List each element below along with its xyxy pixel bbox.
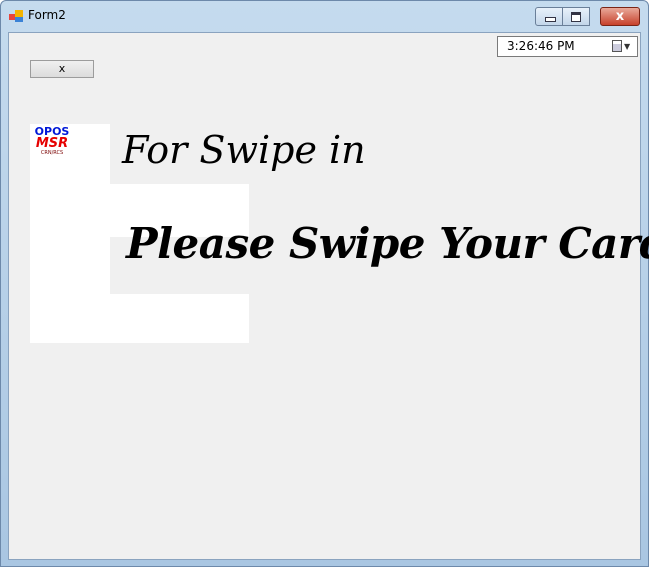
chevron-down-icon[interactable]: ▼ bbox=[624, 42, 630, 52]
form-app-icon bbox=[9, 10, 23, 22]
close-icon: x bbox=[615, 9, 625, 24]
logo-msr-text: MSR bbox=[35, 136, 69, 151]
time-picker[interactable]: 3:26:46 PM ▼ bbox=[497, 36, 638, 57]
x-button[interactable]: x bbox=[30, 60, 94, 78]
swipe-heading: For Swipe in bbox=[122, 128, 366, 172]
minimize-button[interactable] bbox=[535, 7, 563, 26]
time-value: 3:26:46 PM bbox=[507, 39, 575, 53]
window-title: Form2 bbox=[28, 8, 66, 22]
maximize-button[interactable] bbox=[563, 7, 590, 26]
maximize-icon bbox=[571, 12, 581, 22]
calendar-icon[interactable] bbox=[612, 40, 622, 52]
close-button[interactable]: x bbox=[600, 7, 640, 26]
swipe-message: Please Swipe Your Card bbox=[126, 219, 649, 268]
minimize-icon bbox=[545, 17, 556, 22]
card-image-panel-bottom bbox=[108, 294, 249, 343]
opos-msr-logo: OPOS MSR CRN/RCS bbox=[32, 126, 72, 162]
title-bar[interactable]: Form2 x bbox=[1, 1, 648, 31]
